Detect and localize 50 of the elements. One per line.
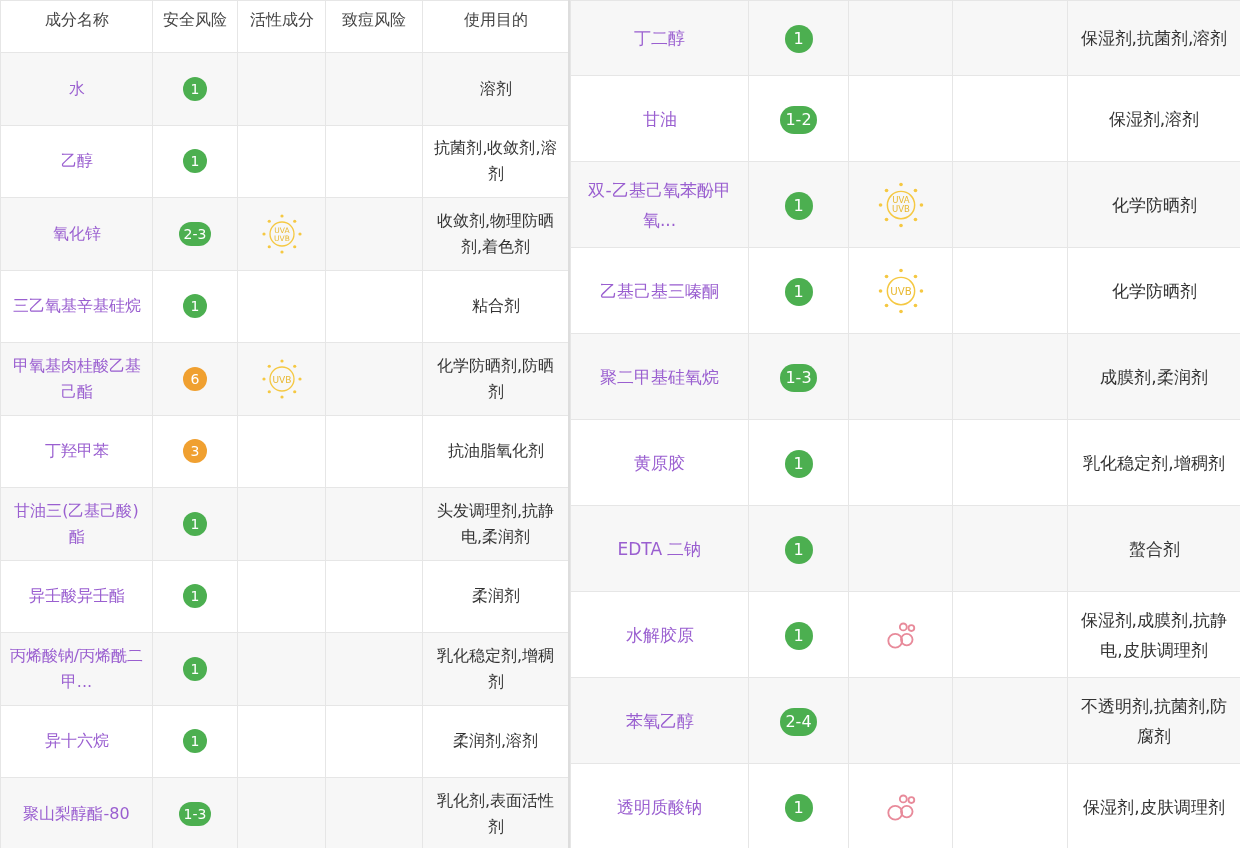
risk-badge: 1	[784, 277, 813, 306]
ingredient-link[interactable]: 聚二甲基硅氧烷	[570, 333, 749, 420]
risk-badge: 1-2	[780, 105, 817, 134]
ingredient-link[interactable]: 异壬酸异壬酯	[0, 560, 153, 633]
ingredient-link[interactable]: 丁羟甲苯	[0, 415, 153, 488]
ingredient-link[interactable]: 三乙氧基辛基硅烷	[0, 270, 153, 343]
ingredient-link[interactable]: 甲氧基肉桂酸乙基己酯	[0, 342, 153, 415]
risk-badge: 1	[784, 191, 813, 220]
column-header: 成分名称	[0, 0, 153, 53]
bubbles-icon	[885, 792, 916, 822]
risk-badge: 1-3	[178, 801, 212, 826]
ingredient-link[interactable]: 甘油三(乙基己酸)酯	[0, 487, 153, 560]
bubbles-icon	[885, 620, 916, 650]
ingredient-link[interactable]: 苯氧乙醇	[570, 677, 749, 764]
column-header: 活性成分	[237, 0, 326, 53]
risk-badge: 6	[183, 366, 207, 391]
ingredient-link[interactable]: 黄原胶	[570, 419, 749, 506]
risk-badge: 1	[183, 729, 207, 754]
ingredient-link[interactable]: 氧化锌	[0, 197, 153, 270]
column-header: 安全风险	[152, 0, 238, 53]
risk-badge: 1-3	[780, 363, 817, 392]
risk-badge: 1	[183, 656, 207, 681]
risk-badge: 1	[183, 294, 207, 319]
risk-badge: 1	[183, 149, 207, 174]
risk-badge: 3	[183, 439, 207, 464]
risk-badge: 1	[183, 584, 207, 609]
ingredient-link[interactable]: 丙烯酸钠/丙烯酰二甲...	[0, 632, 153, 705]
risk-badge: 1	[183, 511, 207, 536]
risk-badge: 1	[784, 793, 813, 822]
risk-badge: 2-3	[178, 221, 212, 246]
risk-badge: 1	[784, 535, 813, 564]
risk-badge: 1	[183, 76, 207, 101]
ingredient-link[interactable]: 水	[0, 52, 153, 125]
purpose-cell: 保湿剂,抗菌剂,溶剂	[1067, 0, 1240, 76]
ingredient-link[interactable]: 异十六烷	[0, 705, 153, 778]
ingredient-link[interactable]: 乙醇	[0, 125, 153, 198]
ingredient-link[interactable]: EDTA 二钠	[570, 505, 749, 592]
column-header: 致痘风险	[325, 0, 423, 53]
risk-badge: 2-4	[780, 707, 817, 736]
risk-badge: 1	[784, 621, 813, 650]
ingredient-link[interactable]: 双-乙基己氧苯酚甲氧...	[570, 161, 749, 248]
ingredient-link[interactable]: 乙基己基三嗪酮	[570, 247, 749, 334]
ingredient-link[interactable]: 透明质酸钠	[570, 763, 749, 848]
ingredient-link[interactable]: 聚山梨醇酯-80	[0, 777, 153, 848]
risk-badge: 1	[784, 25, 813, 53]
column-header: 使用目的	[422, 0, 568, 53]
ingredient-link[interactable]: 水解胶原	[570, 591, 749, 678]
ingredient-link[interactable]: 甘油	[570, 75, 749, 162]
ingredient-link[interactable]: 丁二醇	[570, 0, 749, 76]
risk-badge: 1	[784, 449, 813, 478]
